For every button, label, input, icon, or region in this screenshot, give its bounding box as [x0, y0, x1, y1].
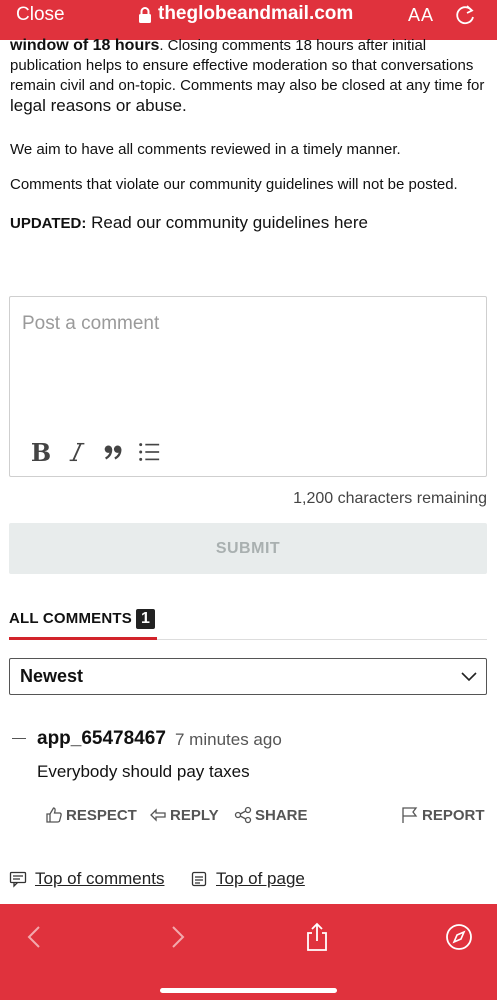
share-sheet-icon[interactable]	[302, 922, 332, 952]
comment-timestamp: 7 minutes ago	[175, 730, 282, 749]
comment-body: Everybody should pay taxes	[37, 762, 250, 781]
italic-icon	[69, 442, 85, 462]
flag-icon	[402, 807, 418, 823]
comments-icon	[9, 871, 27, 888]
forward-arrow-icon[interactable]	[162, 922, 192, 952]
submit-button[interactable]: SUBMIT	[9, 523, 487, 574]
compass-icon[interactable]	[444, 922, 474, 952]
share-label: SHARE	[255, 806, 308, 824]
policy-line-1: window of 18 hours. Closing comments 18 …	[10, 36, 490, 56]
top-of-page-link[interactable]: Top of page	[190, 869, 305, 889]
report-label: REPORT	[422, 806, 485, 824]
quote-icon	[104, 445, 122, 460]
guidelines-notice: Comments that violate our community guid…	[10, 176, 458, 193]
lock-icon	[139, 7, 151, 23]
guidelines-link-row: UPDATED: Read our community guidelines h…	[10, 213, 368, 233]
home-indicator[interactable]	[160, 988, 337, 993]
italic-button[interactable]	[64, 439, 90, 465]
url-text: theglobeandmail.com	[158, 3, 354, 24]
reply-icon	[150, 808, 166, 822]
respect-label: RESPECT	[66, 806, 137, 824]
share-button[interactable]: SHARE	[234, 806, 308, 824]
reload-icon[interactable]	[455, 4, 477, 26]
guidelines-link[interactable]: Read our community guidelines here	[91, 213, 368, 232]
comment-count-badge: 1	[135, 608, 155, 629]
quote-button[interactable]	[100, 439, 126, 465]
share-icon	[234, 806, 252, 824]
top-of-comments-label: Top of comments	[35, 869, 165, 888]
close-button[interactable]: Close	[16, 4, 65, 26]
policy-line-4: legal reasons or abuse.	[10, 96, 187, 115]
comment-composer: B	[9, 296, 487, 477]
tab-all-comments-label: ALL COMMENTS	[9, 610, 132, 627]
sort-select[interactable]: Newest	[9, 658, 487, 695]
policy-bold-text: window of 18 hours	[10, 37, 160, 54]
thumbs-up-icon	[46, 807, 62, 823]
comment-actions: RESPECT REPLY SHARE REPORT	[0, 806, 497, 828]
reply-button[interactable]: REPLY	[149, 806, 219, 824]
collapse-thread-button[interactable]	[12, 738, 26, 739]
list-icon	[139, 443, 160, 461]
policy-line-2: publication helps to ensure effective mo…	[10, 57, 474, 74]
comment-policy: window of 18 hours. Closing comments 18 …	[10, 36, 490, 116]
updated-label: UPDATED:	[10, 215, 87, 232]
respect-button[interactable]: RESPECT	[45, 806, 137, 824]
back-arrow-icon[interactable]	[20, 922, 50, 952]
sort-selected-value: Newest	[20, 666, 84, 686]
comment-input[interactable]	[10, 297, 486, 427]
bold-button[interactable]: B	[28, 438, 54, 467]
page-icon	[191, 871, 207, 887]
comment-author[interactable]: app_65478467	[37, 728, 166, 750]
browser-bottom-bar	[0, 904, 497, 1000]
list-button[interactable]	[136, 439, 162, 465]
jump-links: Top of comments Top of page	[0, 869, 497, 893]
browser-top-bar: Close theglobeandmail.com AA	[0, 0, 497, 40]
chevron-down-icon	[461, 672, 477, 682]
policy-text-1: . Closing comments 18 hours after initia…	[159, 37, 427, 54]
policy-line-3: remain civil and on-topic. Comments may …	[10, 77, 485, 94]
top-of-page-label: Top of page	[216, 869, 305, 888]
text-size-button[interactable]: AA	[408, 5, 434, 26]
address-bar[interactable]: theglobeandmail.com	[138, 3, 353, 25]
tab-all-comments[interactable]: ALL COMMENTS 1	[9, 600, 157, 640]
format-toolbar: B	[28, 438, 162, 467]
review-notice: We aim to have all comments reviewed in …	[10, 141, 401, 158]
top-of-comments-link[interactable]: Top of comments	[9, 869, 164, 889]
characters-remaining: 1,200 characters remaining	[293, 490, 487, 507]
comments-tabs: ALL COMMENTS 1	[9, 600, 487, 640]
report-button[interactable]: REPORT	[401, 806, 485, 824]
reply-label: REPLY	[170, 806, 219, 824]
